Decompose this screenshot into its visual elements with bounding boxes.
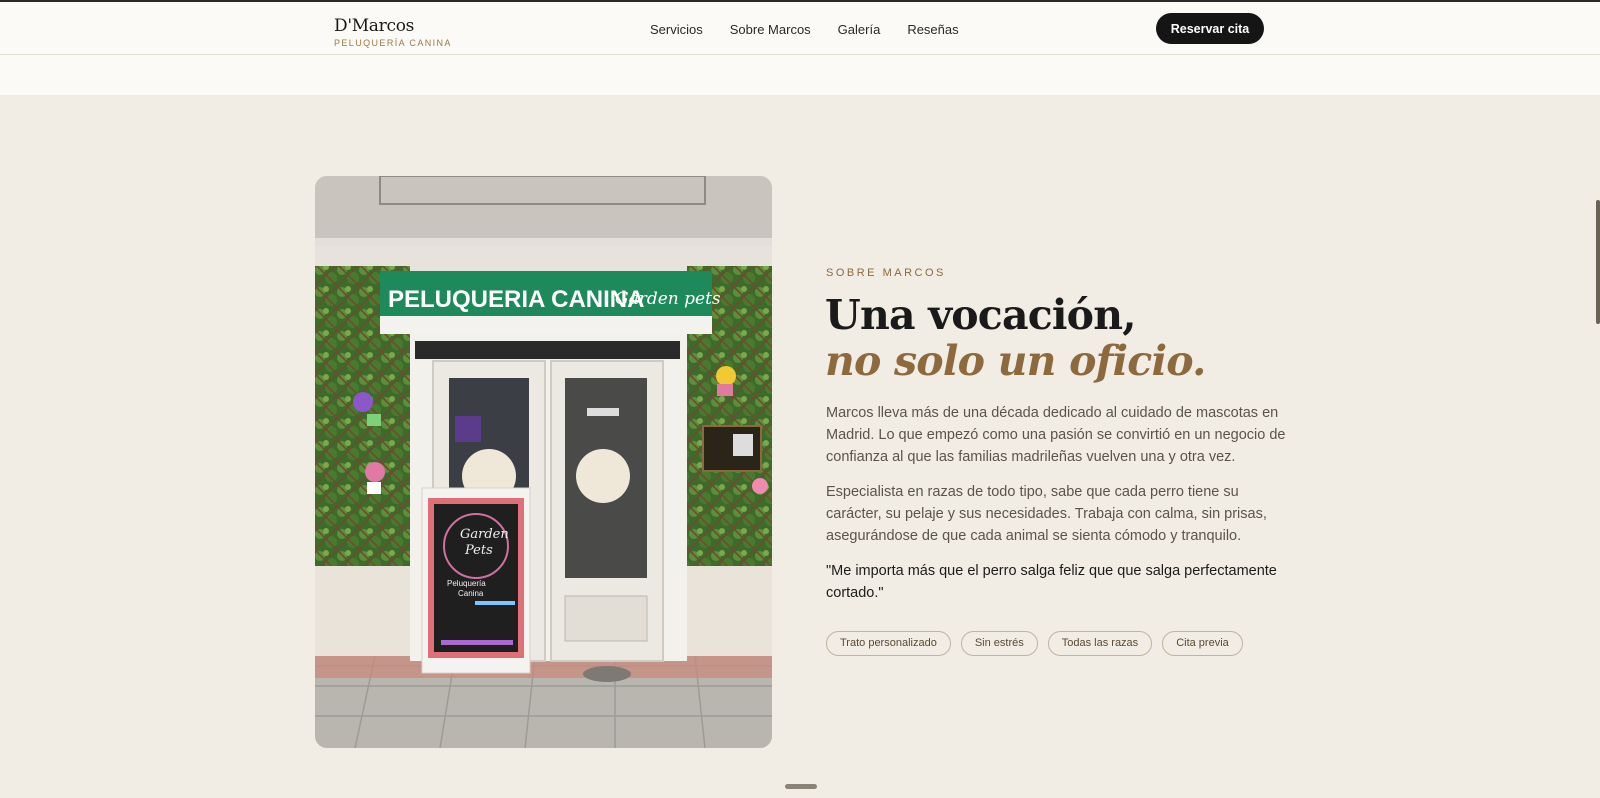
marcos-quote: "Me importa más que el perro salga feliz…	[826, 563, 1277, 601]
sign-text: PELUQUERIA CANINA	[388, 286, 644, 313]
about-paragraph-2: Especialista en razas de todo tipo, sabe…	[826, 484, 1267, 544]
page-scrollbar[interactable]	[1596, 200, 1600, 324]
board-text-1: Garden	[460, 527, 509, 542]
feature-tags: Trato personalizado Sin estrés Todas las…	[826, 631, 1243, 656]
brand-name: D'Marcos	[334, 16, 415, 36]
tag-cita-previa: Cita previa	[1162, 631, 1243, 656]
section-eyebrow: SOBRE MARCOS	[826, 267, 946, 279]
nav-item-sobre-marcos[interactable]: Sobre Marcos	[730, 21, 811, 38]
board-text-4: Canina	[458, 589, 484, 598]
board-text-3: Peluquería	[447, 579, 486, 588]
main-nav: Servicios Sobre Marcos Galería Reseñas	[650, 21, 959, 38]
site-header: D'Marcos PELUQUERÍA CANINA Servicios Sob…	[0, 2, 1600, 55]
carousel-indicator[interactable]	[785, 784, 817, 789]
nav-item-resenas[interactable]: Reseñas	[907, 21, 958, 38]
about-paragraph-1: Marcos lleva más de una década dedicado …	[826, 405, 1286, 465]
brand-logo[interactable]: D'Marcos PELUQUERÍA CANINA	[334, 16, 452, 49]
tag-sin-estres: Sin estrés	[960, 631, 1038, 656]
headline-line-2: no solo un oficio.	[825, 337, 1206, 385]
brand-tagline: PELUQUERÍA CANINA	[334, 38, 452, 48]
tag-todas-las-razas: Todas las razas	[1047, 631, 1153, 656]
nav-item-servicios[interactable]: Servicios	[650, 21, 703, 38]
tag-trato-personalizado: Trato personalizado	[826, 631, 951, 656]
section-headline: Una vocación, no solo un oficio.	[825, 292, 1206, 384]
header-spacer	[0, 55, 1600, 95]
headline-line-1: Una vocación,	[825, 291, 1136, 339]
sign-script: Garden pets	[615, 289, 721, 309]
shop-front-photo: PELUQUERIA CANINA Garden pets Garden Pet…	[315, 176, 772, 748]
nav-item-galeria[interactable]: Galería	[838, 21, 881, 38]
reservar-cita-button[interactable]: Reservar cita	[1156, 13, 1264, 44]
board-text-2: Pets	[464, 543, 493, 558]
